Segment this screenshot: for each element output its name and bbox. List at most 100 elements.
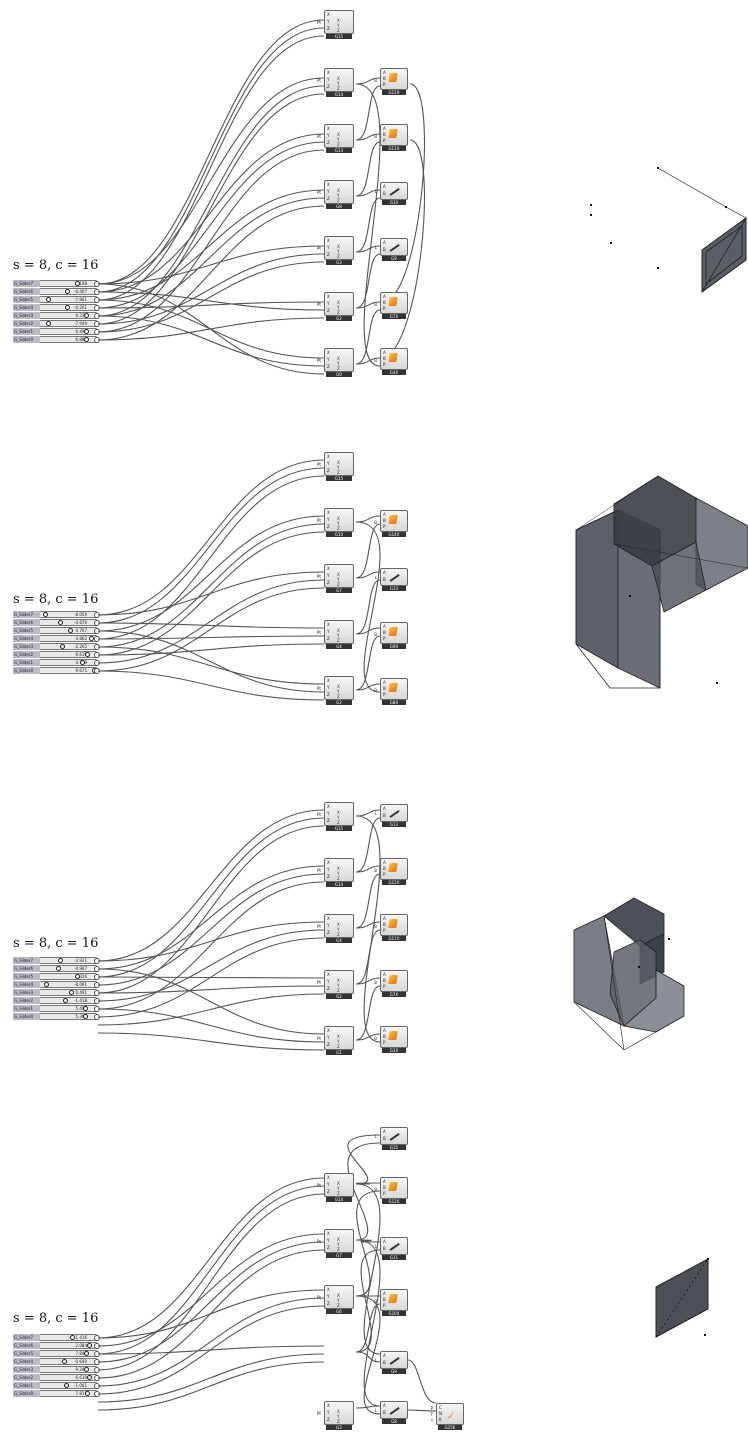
orange-box-icon <box>388 353 398 362</box>
input-a: A <box>383 916 386 921</box>
node-name: G0 <box>326 372 352 377</box>
output-b: B <box>374 520 377 525</box>
geometry-point <box>725 206 727 208</box>
xyz-point-icon: X Y Z <box>337 76 340 91</box>
input-x: X <box>327 70 330 75</box>
input-z: Z <box>327 1245 330 1250</box>
output-l: L <box>374 189 377 194</box>
orange-box-icon <box>388 1294 398 1303</box>
output-l: L <box>374 575 377 580</box>
xyz-point-icon: X Y Z <box>337 1293 340 1308</box>
node-name: G11 <box>382 1255 406 1260</box>
output-b: B <box>374 134 377 139</box>
orange-box-icon <box>388 919 398 928</box>
orange-box-icon <box>388 683 398 692</box>
input-z: Z <box>327 692 330 697</box>
input-x: X <box>327 510 330 515</box>
output-pt: Pt <box>317 78 321 83</box>
output-pt: Pt <box>317 20 321 25</box>
geometry-point <box>704 1334 706 1336</box>
xyz-point-icon: X Y Z <box>337 188 340 203</box>
input-y: Y <box>327 979 330 984</box>
output-pt: Pt <box>317 190 321 195</box>
input-p: P <box>383 636 386 641</box>
input-a: A <box>383 680 386 685</box>
node-name: G3 <box>326 260 352 265</box>
node-name: G9X <box>382 644 406 649</box>
canvas-panel-3: s = 8, c = 16 G_Slider7 -3.921 G_Slider6-… <box>0 790 748 1070</box>
input-a: A <box>383 1129 386 1134</box>
xyz-point-icon: X Y Z <box>337 1409 340 1424</box>
xyz-point-icon: X Y Z <box>337 978 340 993</box>
input-z: Z <box>327 364 330 369</box>
output-b: B <box>374 302 377 307</box>
input-z: Z <box>327 1189 330 1194</box>
output-b: B <box>374 1036 377 1041</box>
input-b: B <box>383 191 386 196</box>
output-pt: Pt <box>317 246 321 251</box>
input-y: Y <box>327 133 330 138</box>
node-name: G3X <box>382 1048 406 1053</box>
input-a: A <box>383 184 386 189</box>
orange-box-icon <box>388 627 398 636</box>
node-name: G10 <box>382 200 406 205</box>
node-name: G10X <box>382 1311 406 1316</box>
input-z: Z <box>327 196 330 201</box>
input-a: A <box>383 972 386 977</box>
input-z: Z <box>327 1042 330 1047</box>
output-b: B <box>374 688 377 693</box>
3d-viewport <box>590 167 747 293</box>
node-name: G7X <box>382 314 406 319</box>
input-z: Z <box>327 818 330 823</box>
input-x: X <box>327 566 330 571</box>
input-z: Z <box>327 986 330 991</box>
output-pt: Pt <box>317 1411 321 1416</box>
input-a: A <box>383 624 386 629</box>
output-l: L <box>374 1244 377 1249</box>
xyz-point-icon: X Y Z <box>337 244 340 259</box>
node-name: G14X <box>382 532 406 537</box>
node-name: G7X <box>382 992 406 997</box>
node-name: G4 <box>326 644 352 649</box>
output-l: L <box>374 811 377 816</box>
input-y: Y <box>327 301 330 306</box>
input-a: A <box>383 1179 386 1184</box>
output-b: B <box>374 78 377 83</box>
output-pt: Pt <box>317 1239 321 1244</box>
output-t-param: t <box>431 1418 433 1423</box>
node-name: G2 <box>326 700 352 705</box>
input-b: B <box>383 132 386 137</box>
input-p: P <box>383 928 386 933</box>
node-name: G7 <box>326 588 352 593</box>
input-b: B <box>383 813 386 818</box>
node-name: G2 <box>326 316 352 321</box>
node-name: G14 <box>326 882 352 887</box>
node-name: G15 <box>326 476 352 481</box>
node-name: G12X <box>382 90 406 95</box>
input-y: Y <box>327 461 330 466</box>
node-name: G2 <box>326 994 352 999</box>
input-x: X <box>327 1028 330 1033</box>
input-b: B <box>383 76 386 81</box>
orange-box-icon <box>388 297 398 306</box>
input-z: Z <box>327 636 330 641</box>
input-b: B <box>383 686 386 691</box>
input-x: X <box>327 678 330 683</box>
input-b: B <box>383 577 386 582</box>
output-pt: Pt <box>317 812 321 817</box>
xyz-point-icon: X Y Z <box>337 516 340 531</box>
input-p: P <box>383 1191 386 1196</box>
input-z: Z <box>327 140 330 145</box>
node-name: G9 <box>382 256 406 261</box>
node-name: G9 <box>382 1369 406 1374</box>
xyz-point-icon: X Y Z <box>337 1237 340 1252</box>
xyz-point-icon: X Y Z <box>337 460 340 475</box>
geometry-point <box>707 1258 709 1260</box>
input-y: Y <box>327 245 330 250</box>
input-b: B <box>383 1410 386 1415</box>
node-name: G14 <box>326 1197 352 1202</box>
input-y: Y <box>327 1182 330 1187</box>
xyz-point-icon: X Y Z <box>337 922 340 937</box>
input-y: Y <box>327 1410 330 1415</box>
xyz-point-icon: X Y Z <box>337 810 340 825</box>
